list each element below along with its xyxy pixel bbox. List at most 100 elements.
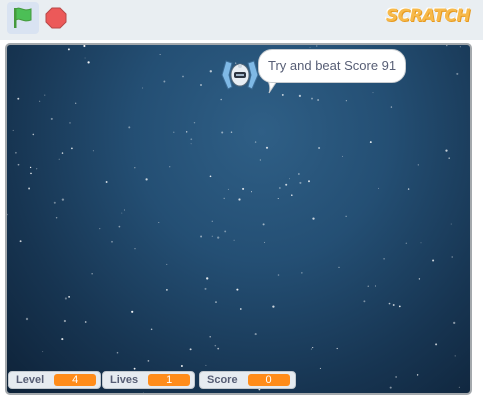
star (221, 131, 224, 134)
green-flag-icon (14, 7, 32, 28)
star (53, 201, 56, 204)
star (342, 155, 344, 157)
star (75, 102, 77, 104)
star (369, 141, 372, 144)
star (336, 347, 338, 350)
star (372, 92, 374, 94)
spaceship-icon[interactable] (220, 57, 260, 93)
star (50, 117, 53, 120)
star (220, 98, 222, 101)
star (254, 141, 257, 143)
star (285, 183, 288, 186)
star (420, 242, 422, 244)
star (83, 45, 86, 48)
star (432, 259, 435, 262)
star (29, 166, 32, 169)
star (375, 285, 376, 287)
star (64, 297, 67, 300)
star (416, 374, 419, 376)
star (17, 97, 20, 100)
star (233, 239, 235, 241)
monitor-lives[interactable]: Lives 1 (102, 371, 195, 389)
star (128, 126, 131, 129)
star (312, 347, 314, 349)
green-flag-button[interactable] (7, 2, 39, 34)
star (367, 285, 369, 287)
star (12, 129, 14, 131)
star (147, 360, 150, 362)
star (317, 99, 319, 101)
star (388, 302, 391, 305)
star (69, 122, 71, 124)
star (205, 364, 207, 366)
star (281, 93, 284, 96)
star (209, 336, 211, 338)
star (150, 328, 153, 331)
star (99, 227, 101, 230)
star (211, 220, 213, 222)
star (61, 152, 64, 154)
star (44, 94, 46, 96)
star (123, 209, 125, 211)
star (134, 248, 136, 250)
star (308, 180, 310, 183)
star (390, 106, 393, 108)
star (345, 100, 347, 102)
star (7, 213, 8, 216)
star (180, 365, 183, 367)
star (163, 80, 166, 83)
star (182, 75, 184, 78)
star (193, 121, 196, 124)
star (298, 94, 302, 98)
star (318, 146, 321, 150)
monitor-score[interactable]: Score 0 (199, 371, 296, 389)
star (142, 87, 144, 89)
star (61, 338, 64, 341)
star (111, 240, 113, 243)
star (58, 158, 60, 160)
star (389, 386, 392, 389)
star (392, 304, 395, 306)
star (200, 235, 203, 238)
star (445, 149, 448, 152)
star (166, 263, 168, 265)
star (17, 163, 20, 166)
star (259, 159, 261, 161)
monitor-level[interactable]: Level 4 (8, 371, 101, 389)
star (63, 319, 67, 323)
monitor-value: 4 (54, 374, 97, 386)
star (67, 48, 70, 51)
star (217, 236, 220, 239)
star (227, 188, 229, 190)
star (239, 308, 242, 310)
star (84, 57, 86, 59)
star (142, 392, 144, 393)
star (217, 347, 220, 350)
star (312, 217, 315, 220)
star (309, 47, 311, 49)
star (214, 344, 217, 347)
star (289, 178, 290, 180)
scratch-logo[interactable]: SCRATCH (386, 6, 471, 32)
star (189, 348, 192, 351)
star (242, 187, 245, 190)
star (36, 168, 38, 170)
stage[interactable]: Try and beat Score 91 (5, 43, 472, 395)
star (215, 301, 217, 303)
star (166, 289, 168, 291)
player-controls-bar: SCRATCH (0, 0, 483, 40)
star (158, 222, 160, 224)
star (316, 45, 318, 47)
star (378, 187, 380, 189)
monitor-value: 1 (148, 374, 191, 386)
star (206, 277, 209, 280)
star (42, 351, 44, 353)
star (55, 217, 58, 219)
stop-button[interactable] (45, 7, 67, 29)
star (238, 198, 241, 201)
star (28, 187, 31, 190)
star (451, 256, 453, 258)
star (277, 198, 279, 199)
monitor-label: Score (207, 374, 238, 386)
star (456, 72, 459, 75)
